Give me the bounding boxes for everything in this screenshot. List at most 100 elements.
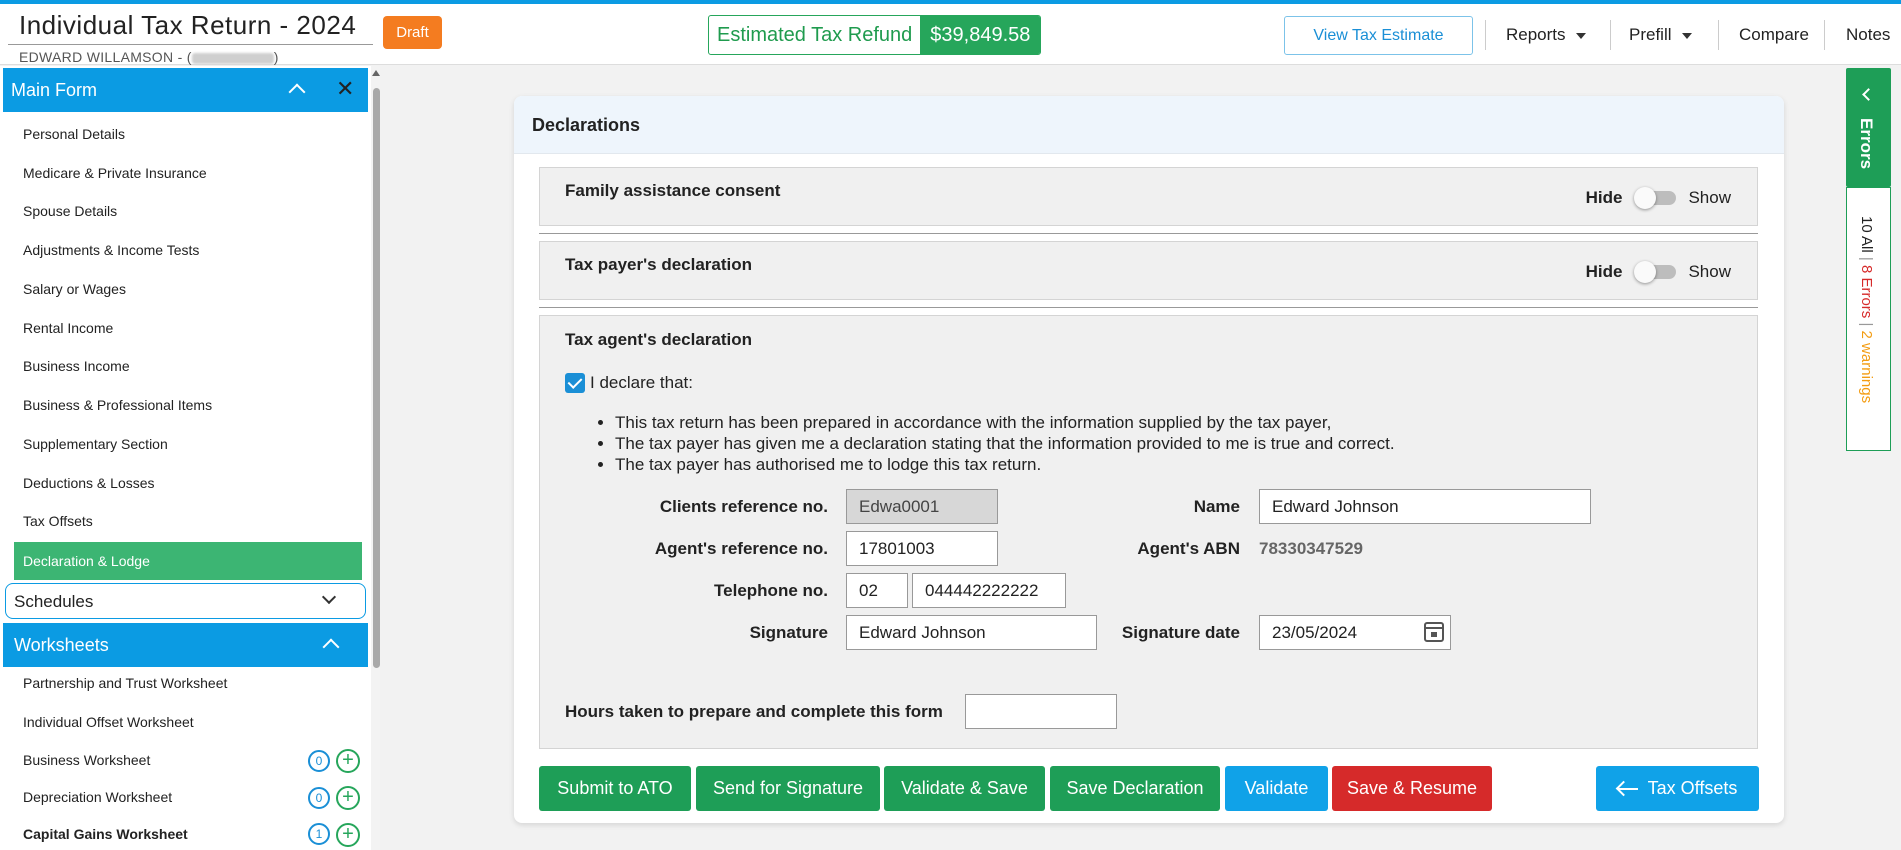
errors-tab-label: Errors xyxy=(1857,118,1876,170)
schedules-label: Schedules xyxy=(14,592,94,611)
calendar-icon[interactable] xyxy=(1424,622,1444,642)
telephone-area-field[interactable]: 02 xyxy=(846,573,908,608)
errors-summary[interactable]: 10 All | 8 Errors | 2 warnings xyxy=(1846,187,1891,451)
prefill-menu[interactable]: Prefill xyxy=(1629,25,1692,45)
validate-save-button[interactable]: Validate & Save xyxy=(884,766,1045,811)
refund-label: Estimated Tax Refund xyxy=(717,24,913,46)
client-name-close: ) xyxy=(273,49,279,65)
declare-checkbox[interactable] xyxy=(565,373,585,393)
worksheet-partnership-trust[interactable]: Partnership and Trust Worksheet xyxy=(23,675,227,691)
toggle-show-label: Show xyxy=(1688,262,1731,281)
worksheet-depreciation[interactable]: Depreciation Worksheet xyxy=(23,789,172,805)
signature-date-field[interactable]: 23/05/2024 xyxy=(1259,615,1451,650)
send-for-signature-button[interactable]: Send for Signature xyxy=(696,766,880,811)
sidebar-item-tax-offsets[interactable]: Tax Offsets xyxy=(23,513,93,529)
sidebar-item-medicare[interactable]: Medicare & Private Insurance xyxy=(23,165,207,181)
sidebar-item-business-professional[interactable]: Business & Professional Items xyxy=(23,397,212,413)
sidebar-item-business-income[interactable]: Business Income xyxy=(23,358,130,374)
taxpayer-declaration-panel: Tax payer's declaration Hide Show xyxy=(539,241,1758,300)
save-declaration-button[interactable]: Save Declaration xyxy=(1050,766,1220,811)
warnings-count: 2 warnings xyxy=(1858,330,1875,404)
schedules-dropdown[interactable]: Schedules xyxy=(5,583,366,619)
add-business-worksheet-icon[interactable]: + xyxy=(336,749,360,773)
notes-link[interactable]: Notes xyxy=(1846,25,1890,45)
errors-tab[interactable]: Errors xyxy=(1846,68,1891,187)
close-icon[interactable]: ✕ xyxy=(336,76,354,102)
worksheets-header[interactable]: Worksheets xyxy=(3,623,368,667)
errors-summary-text: 10 All | 8 Errors | 2 warnings xyxy=(1858,216,1875,403)
compare-link[interactable]: Compare xyxy=(1739,25,1809,45)
hours-label: Hours taken to prepare and complete this… xyxy=(565,702,943,721)
panel-divider xyxy=(539,233,1758,234)
abn-label: Agent's ABN xyxy=(1137,539,1240,558)
client-ref-label: Clients reference no. xyxy=(659,497,828,516)
title-divider xyxy=(8,44,373,45)
add-depreciation-worksheet-icon[interactable]: + xyxy=(336,786,360,810)
separator: | xyxy=(1858,322,1875,327)
scroll-up-arrow-icon[interactable] xyxy=(372,70,380,76)
telephone-number-field[interactable]: 044442222222 xyxy=(912,573,1066,608)
prefill-menu-label: Prefill xyxy=(1629,25,1672,44)
tax-offsets-button[interactable]: Tax Offsets xyxy=(1596,766,1759,811)
refund-value: $39,849.58 xyxy=(920,16,1041,54)
arrow-left-icon xyxy=(1617,788,1638,791)
validate-button[interactable]: Validate xyxy=(1225,766,1328,811)
redacted-client-id xyxy=(191,52,274,64)
taxpayer-declaration-title: Tax payer's declaration xyxy=(565,255,753,274)
agent-declaration-panel: Tax agent's declaration I declare that: … xyxy=(539,315,1758,749)
agent-declaration-title: Tax agent's declaration xyxy=(565,330,753,349)
name-label: Name xyxy=(1193,497,1240,516)
sidebar-item-declaration-lodge[interactable]: Declaration & Lodge xyxy=(14,542,362,580)
hours-field[interactable] xyxy=(965,694,1117,729)
declaration-statement: The tax payer has given me a declaration… xyxy=(615,433,1395,454)
estimated-refund: Estimated Tax Refund $39,849.58 xyxy=(708,15,1042,55)
declaration-statements: This tax return has been prepared in acc… xyxy=(615,412,1395,475)
sidebar-item-salary-wages[interactable]: Salary or Wages xyxy=(23,281,126,297)
abn-value: 78330347529 xyxy=(1259,539,1364,558)
toggle-knob xyxy=(1634,187,1657,209)
worksheet-business[interactable]: Business Worksheet xyxy=(23,752,150,768)
card-title: Declarations xyxy=(532,115,641,135)
signature-field[interactable]: Edward Johnson xyxy=(846,615,1097,650)
errors-count: 8 Errors xyxy=(1858,264,1875,319)
tax-offsets-button-label: Tax Offsets xyxy=(1647,778,1738,798)
taxpayer-declaration-toggle[interactable] xyxy=(1634,260,1678,284)
family-consent-toggle-group: Hide Show xyxy=(1586,186,1731,210)
view-tax-estimate-button[interactable]: View Tax Estimate xyxy=(1284,16,1473,55)
family-consent-title: Family assistance consent xyxy=(565,181,781,200)
toggle-hide-label: Hide xyxy=(1585,188,1623,207)
client-name: EDWARD WILLAMSON - () xyxy=(19,49,279,65)
chevron-up-icon[interactable] xyxy=(322,638,340,656)
chevron-down-icon xyxy=(1681,32,1692,39)
add-capital-gains-worksheet-icon[interactable]: + xyxy=(336,823,360,847)
sidebar-item-supplementary[interactable]: Supplementary Section xyxy=(23,436,168,452)
chevron-up-icon[interactable] xyxy=(288,83,306,101)
save-resume-button[interactable]: Save & Resume xyxy=(1332,766,1492,811)
chevron-left-icon xyxy=(1862,88,1875,101)
business-worksheet-count: 0 xyxy=(308,750,330,772)
worksheet-capital-gains[interactable]: Capital Gains Worksheet xyxy=(23,826,188,842)
sidebar-item-deductions[interactable]: Deductions & Losses xyxy=(23,475,155,491)
family-consent-toggle[interactable] xyxy=(1634,186,1678,210)
worksheet-individual-offset[interactable]: Individual Offset Worksheet xyxy=(23,714,194,730)
separator: | xyxy=(1858,256,1875,261)
sidebar-item-spouse-details[interactable]: Spouse Details xyxy=(23,203,117,219)
main-form-label: Main Form xyxy=(11,80,98,100)
signature-label: Signature xyxy=(749,623,828,642)
telephone-label: Telephone no. xyxy=(714,581,828,600)
main-form-header[interactable]: Main Form ✕ xyxy=(3,68,368,112)
reports-menu[interactable]: Reports xyxy=(1506,25,1586,45)
sidebar-item-adjustments[interactable]: Adjustments & Income Tests xyxy=(23,242,199,258)
sidebar-item-personal-details[interactable]: Personal Details xyxy=(23,126,125,142)
sidebar-item-rental-income[interactable]: Rental Income xyxy=(23,320,113,336)
taxpayer-declaration-toggle-group: Hide Show xyxy=(1586,260,1731,284)
card-header: Declarations xyxy=(514,96,1784,154)
name-field[interactable]: Edward Johnson xyxy=(1259,489,1591,524)
declarations-card: Declarations Family assistance consent H… xyxy=(514,96,1784,823)
page-title: Individual Tax Return - 2024 xyxy=(19,10,357,40)
submit-to-ato-button[interactable]: Submit to ATO xyxy=(539,766,691,811)
toggle-hide-label: Hide xyxy=(1585,262,1623,281)
worksheets-label: Worksheets xyxy=(14,635,109,655)
agent-ref-field[interactable]: 17801003 xyxy=(846,531,998,566)
sidebar-scroll-thumb[interactable] xyxy=(373,88,380,668)
